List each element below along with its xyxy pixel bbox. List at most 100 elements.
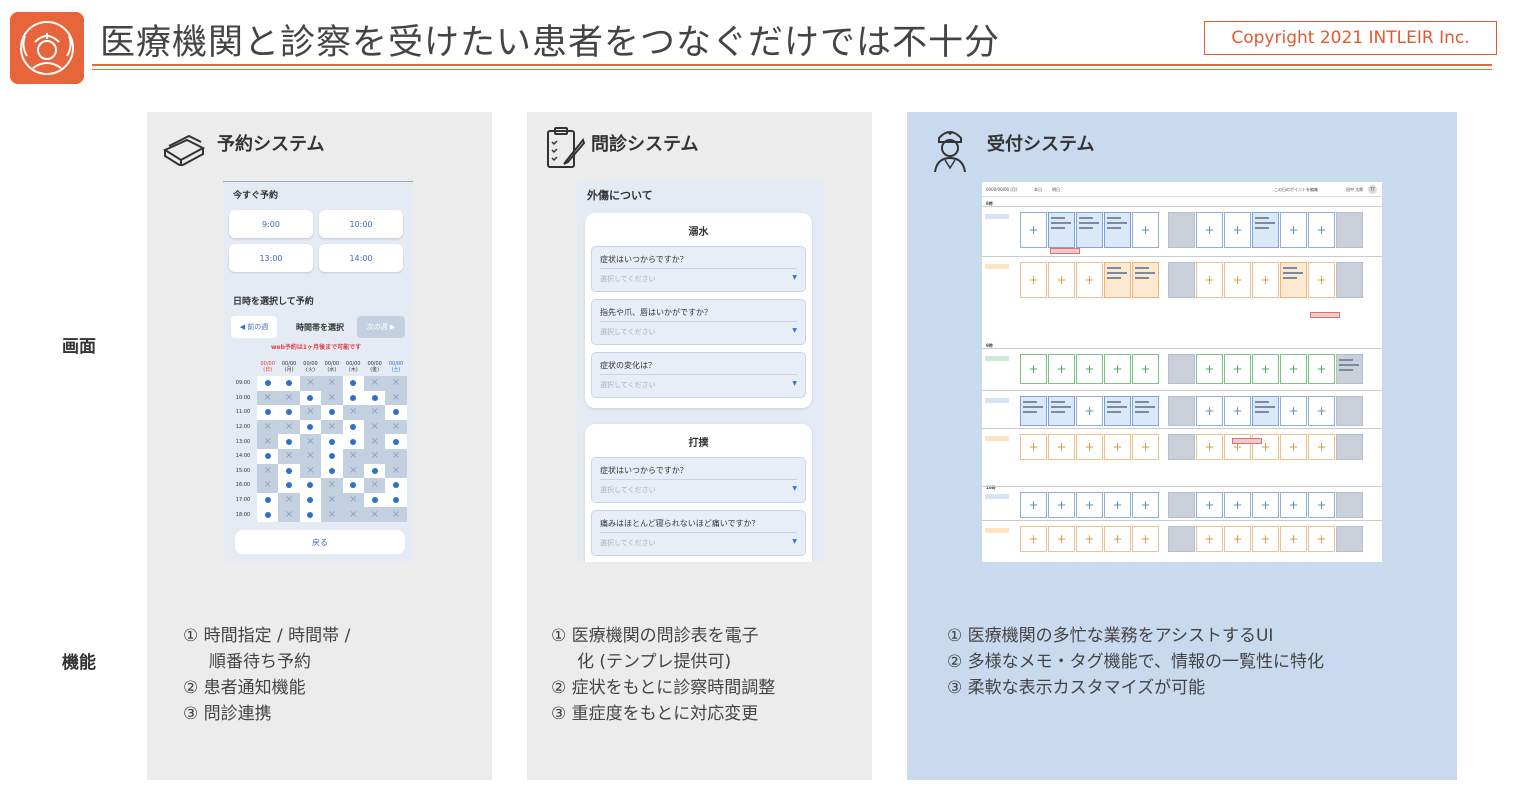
slot-available[interactable] (385, 434, 407, 449)
schedule-slot-empty[interactable]: + (1104, 492, 1131, 518)
schedule-slot-empty[interactable]: + (1196, 434, 1223, 460)
schedule-slot-empty[interactable]: + (1308, 526, 1335, 552)
slot-available[interactable] (257, 492, 279, 508)
memo-tag[interactable] (1232, 438, 1262, 444)
schedule-slot-booked[interactable] (1104, 212, 1131, 248)
schedule-slot-empty[interactable]: + (1196, 492, 1223, 518)
slot-available[interactable] (342, 376, 364, 391)
schedule-slot-empty[interactable]: + (1048, 526, 1075, 552)
slot-available[interactable] (278, 434, 300, 449)
schedule-slot-empty[interactable]: + (1196, 212, 1223, 248)
next-week-button[interactable]: 次の週 ▶ (357, 316, 405, 338)
slot-available[interactable] (342, 478, 364, 493)
time-button[interactable]: 13:00 (229, 244, 313, 272)
answer-select[interactable]: 選択してください ▼ (600, 268, 797, 284)
slot-available[interactable] (342, 390, 364, 406)
today-button[interactable]: 本日 (1034, 187, 1042, 193)
schedule-slot-empty[interactable]: + (1280, 354, 1307, 384)
schedule-slot-empty[interactable]: + (1308, 396, 1335, 426)
schedule-slot-empty[interactable]: + (1224, 212, 1251, 248)
schedule-slot-empty[interactable]: + (1196, 526, 1223, 552)
schedule-slot-booked[interactable] (1336, 354, 1363, 384)
schedule-slot-booked[interactable] (1076, 212, 1103, 248)
schedule-slot-empty[interactable]: + (1308, 354, 1335, 384)
question-box[interactable]: 症状はいつからですか？ 選択してください ▼ (591, 457, 806, 503)
schedule-slot-empty[interactable]: + (1076, 396, 1103, 426)
schedule-slot-empty[interactable]: + (1020, 354, 1047, 384)
schedule-slot-empty[interactable]: + (1224, 396, 1251, 426)
schedule-slot-empty[interactable]: + (1196, 396, 1223, 426)
schedule-slot-empty[interactable]: + (1076, 492, 1103, 518)
slot-available[interactable] (342, 419, 364, 435)
schedule-slot-empty[interactable]: + (1132, 212, 1159, 248)
slot-available[interactable] (257, 507, 279, 522)
slot-available[interactable] (299, 507, 322, 522)
date-selector[interactable]: 0000/00/00 (月) (986, 187, 1017, 193)
slot-available[interactable] (385, 405, 407, 420)
slot-available[interactable] (278, 478, 300, 493)
answer-select[interactable]: 選択してください ▼ (600, 479, 797, 495)
schedule-slot-empty[interactable]: + (1280, 212, 1307, 248)
question-box[interactable]: 指先や爪、唇はいかがですか？ 選択してください ▼ (591, 299, 806, 345)
schedule-slot-empty[interactable]: + (1308, 212, 1335, 248)
question-box[interactable]: 症状はいつからですか？ 選択してください ▼ (591, 246, 806, 292)
slot-available[interactable] (257, 448, 279, 464)
tomorrow-button[interactable]: 明日 (1052, 187, 1060, 193)
time-button[interactable]: 14:00 (319, 244, 403, 272)
slot-available[interactable] (299, 492, 322, 508)
answer-select[interactable]: 選択してください ▼ (600, 321, 797, 337)
schedule-slot-empty[interactable]: + (1280, 434, 1307, 460)
schedule-slot-empty[interactable]: + (1280, 526, 1307, 552)
schedule-slot-empty[interactable]: + (1020, 492, 1047, 518)
slot-available[interactable] (299, 390, 322, 406)
schedule-slot-booked[interactable] (1132, 262, 1159, 298)
slot-available[interactable] (321, 463, 343, 479)
schedule-slot-empty[interactable]: + (1020, 212, 1047, 248)
question-box[interactable]: 症状の変化は？ 選択してください ▼ (591, 352, 806, 398)
slot-available[interactable] (363, 463, 386, 479)
schedule-slot-empty[interactable]: + (1048, 434, 1075, 460)
memo-tag[interactable] (1310, 312, 1340, 318)
schedule-slot-empty[interactable]: + (1104, 434, 1131, 460)
schedule-slot-empty[interactable]: + (1308, 434, 1335, 460)
schedule-slot-booked[interactable] (1048, 396, 1075, 426)
schedule-slot-empty[interactable]: + (1252, 526, 1279, 552)
time-button[interactable]: 10:00 (319, 210, 403, 238)
slot-available[interactable] (278, 376, 300, 391)
schedule-slot-booked[interactable] (1252, 396, 1279, 426)
schedule-slot-empty[interactable]: + (1252, 492, 1279, 518)
slot-available[interactable] (363, 492, 386, 508)
schedule-slot-empty[interactable]: + (1048, 262, 1075, 298)
schedule-slot-booked[interactable] (1132, 396, 1159, 426)
schedule-slot-empty[interactable]: + (1196, 354, 1223, 384)
schedule-slot-empty[interactable]: + (1132, 526, 1159, 552)
schedule-slot-booked[interactable] (1104, 396, 1131, 426)
slot-available[interactable] (321, 448, 343, 464)
schedule-slot-empty[interactable]: + (1196, 262, 1223, 298)
slot-available[interactable] (257, 405, 279, 420)
schedule-slot-empty[interactable]: + (1308, 492, 1335, 518)
schedule-slot-empty[interactable]: + (1132, 354, 1159, 384)
schedule-slot-empty[interactable]: + (1252, 262, 1279, 298)
schedule-slot-empty[interactable]: + (1076, 354, 1103, 384)
slot-available[interactable] (321, 434, 343, 449)
slot-available[interactable] (321, 405, 343, 420)
schedule-slot-booked[interactable] (1020, 396, 1047, 426)
slot-available[interactable] (363, 390, 386, 406)
schedule-slot-empty[interactable]: + (1048, 492, 1075, 518)
slot-available[interactable] (299, 478, 322, 493)
schedule-slot-empty[interactable]: + (1132, 492, 1159, 518)
schedule-slot-empty[interactable]: + (1104, 526, 1131, 552)
back-button[interactable]: 戻る (235, 530, 405, 554)
time-button[interactable]: 9:00 (229, 210, 313, 238)
schedule-slot-empty[interactable]: + (1280, 396, 1307, 426)
prev-week-button[interactable]: ◀ 前の週 (231, 316, 277, 338)
answer-select[interactable]: 選択してください ▼ (600, 374, 797, 390)
schedule-slot-empty[interactable]: + (1224, 354, 1251, 384)
schedule-slot-empty[interactable]: + (1280, 492, 1307, 518)
schedule-slot-empty[interactable]: + (1224, 526, 1251, 552)
schedule-slot-booked[interactable] (1104, 262, 1131, 298)
schedule-slot-empty[interactable]: + (1076, 434, 1103, 460)
schedule-slot-empty[interactable]: + (1020, 434, 1047, 460)
slot-available[interactable] (257, 376, 279, 391)
